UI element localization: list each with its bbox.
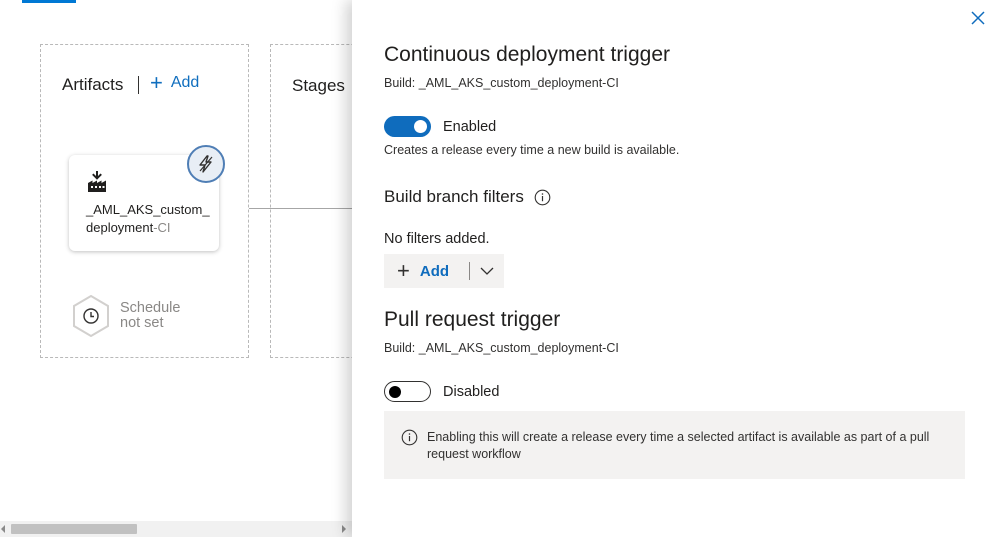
pr-trigger-build: Build: _AML_AKS_custom_deployment-CI bbox=[384, 341, 619, 355]
lightning-bolt-icon bbox=[199, 155, 213, 173]
artifact-name-text: _AML_AKS_custom_deployment bbox=[86, 202, 210, 235]
trigger-button[interactable] bbox=[187, 145, 225, 183]
stages-title: Stages bbox=[292, 76, 345, 95]
pr-info-message: Enabling this will create a release ever… bbox=[384, 411, 965, 479]
add-artifact-button[interactable]: + Add bbox=[150, 70, 200, 95]
branch-filters-title: Build branch filters bbox=[384, 187, 524, 206]
title-divider bbox=[138, 76, 139, 94]
scrollbar-thumb[interactable] bbox=[11, 524, 137, 534]
pr-trigger-toggle[interactable] bbox=[384, 381, 431, 402]
add-filter-label: Add bbox=[419, 262, 450, 280]
pipeline-canvas: Artifacts + Add Stages _AML_AKS_custom_d… bbox=[0, 0, 352, 537]
clock-icon bbox=[73, 295, 109, 337]
cd-trigger-toggle[interactable] bbox=[384, 116, 431, 137]
artifact-suffix: -CI bbox=[153, 220, 171, 235]
connector-line bbox=[270, 208, 352, 209]
close-icon bbox=[971, 11, 985, 25]
chevron-down-icon bbox=[480, 267, 494, 275]
schedule-label: Schedule not set bbox=[120, 300, 181, 331]
build-factory-icon bbox=[87, 171, 107, 198]
info-icon[interactable] bbox=[534, 189, 551, 206]
no-filters-text: No filters added. bbox=[384, 231, 490, 247]
cd-trigger-description: Creates a release every time a new build… bbox=[384, 143, 680, 157]
selected-tab-indicator bbox=[22, 0, 76, 3]
add-artifact-label: Add bbox=[170, 74, 200, 91]
plus-icon: + bbox=[397, 258, 410, 283]
horizontal-scrollbar[interactable] bbox=[0, 521, 352, 537]
connector-line bbox=[249, 208, 270, 209]
pr-trigger-title: Pull request trigger bbox=[384, 308, 561, 331]
cd-trigger-build: Build: _AML_AKS_custom_deployment-CI bbox=[384, 76, 619, 90]
artifact-name: _AML_AKS_custom_deployment-CI bbox=[86, 201, 214, 237]
artifacts-title: Artifacts bbox=[62, 75, 124, 94]
plus-icon: + bbox=[150, 70, 163, 95]
trigger-panel: Continuous deployment trigger Build: _AM… bbox=[352, 0, 998, 537]
pr-info-text: Enabling this will create a release ever… bbox=[427, 430, 930, 461]
add-filter-dropdown[interactable] bbox=[470, 254, 504, 288]
info-icon bbox=[401, 429, 418, 446]
close-button[interactable] bbox=[970, 10, 986, 26]
scroll-left-arrow[interactable] bbox=[1, 525, 5, 533]
schedule-button[interactable]: Schedule not set bbox=[72, 295, 192, 337]
add-filter-split-button: + Add bbox=[384, 254, 504, 288]
scroll-right-arrow[interactable] bbox=[342, 525, 346, 533]
add-filter-button[interactable]: + Add bbox=[384, 254, 469, 288]
cd-trigger-title: Continuous deployment trigger bbox=[384, 43, 671, 66]
pr-trigger-toggle-label: Disabled bbox=[443, 383, 500, 400]
cd-trigger-toggle-label: Enabled bbox=[443, 118, 497, 135]
